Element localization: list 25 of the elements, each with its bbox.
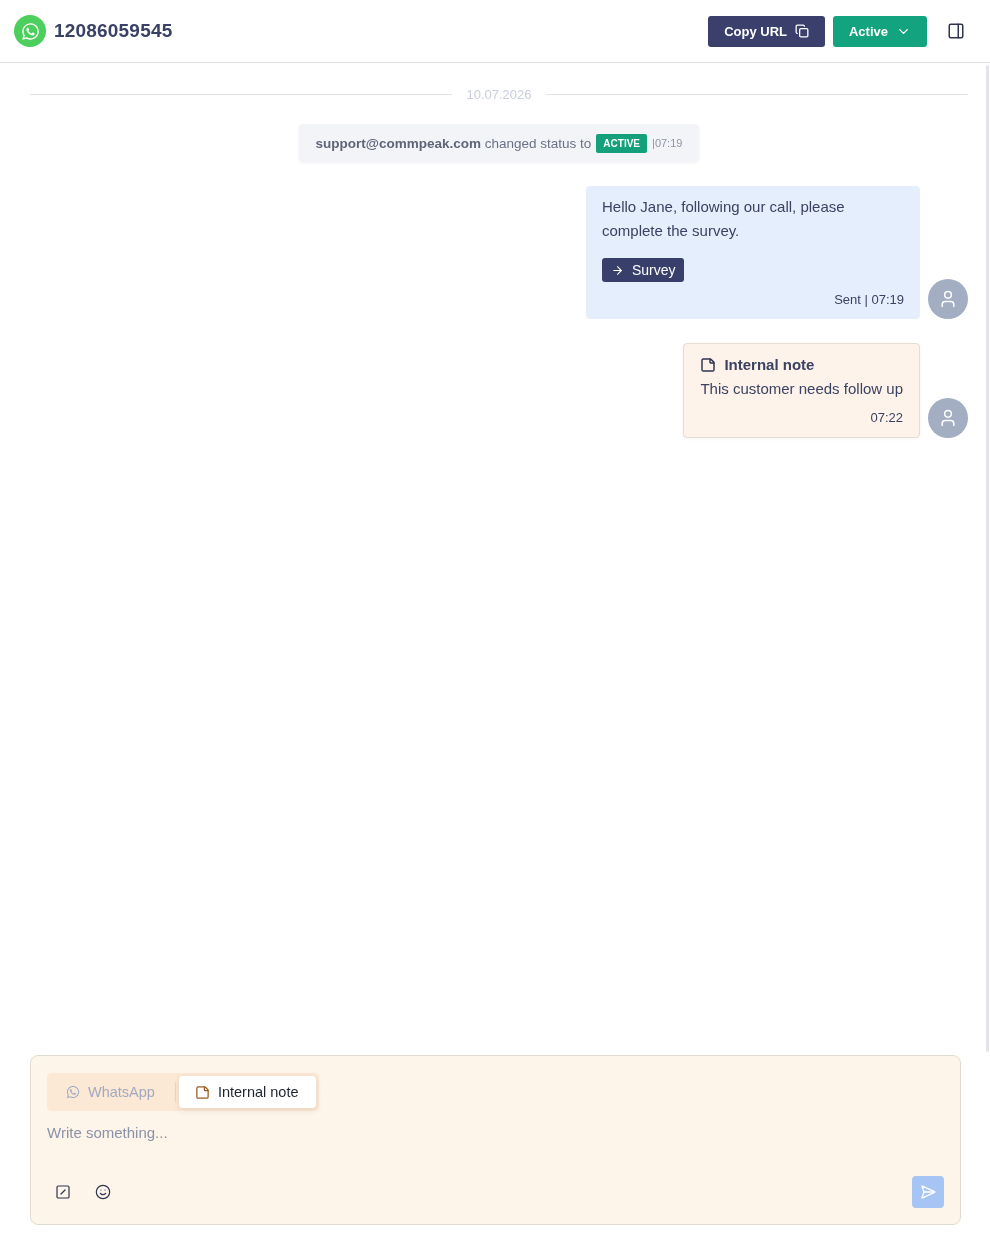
note-icon — [700, 357, 717, 373]
contact-number: 12086059545 — [54, 20, 173, 42]
copy-icon — [794, 24, 809, 38]
message-text: Hello Jane, following our call, please complete the survey. — [602, 197, 846, 241]
channel-tab[interactable]: Internal note — [178, 1076, 316, 1108]
square-slash-icon[interactable] — [55, 1184, 71, 1200]
phone-chat-icon — [14, 15, 46, 47]
user-avatar-icon — [928, 398, 968, 438]
survey-link-button[interactable]: Survey — [602, 258, 684, 282]
status-badge: ACTIVE — [596, 133, 648, 153]
event-time: |07:19 — [652, 137, 683, 149]
phone-chat-icon — [66, 1085, 80, 1099]
user-avatar-icon — [928, 279, 968, 319]
message-input[interactable]: Write something... — [47, 1123, 944, 1163]
note-icon — [194, 1084, 210, 1100]
message-status: Sent | 07:19 — [834, 292, 904, 308]
status-change-text: support@commpeak.com changed status to — [315, 135, 592, 151]
send-icon — [920, 1184, 936, 1200]
panel-right-icon[interactable] — [947, 22, 965, 40]
smile-icon[interactable] — [95, 1184, 111, 1200]
copy-url-button[interactable]: Copy URL — [708, 15, 825, 47]
note-title: Internal note — [724, 355, 815, 375]
note-time: 07:22 — [870, 410, 903, 426]
arrow-right-icon — [611, 263, 624, 277]
note-text: This customer needs follow up — [700, 379, 903, 399]
